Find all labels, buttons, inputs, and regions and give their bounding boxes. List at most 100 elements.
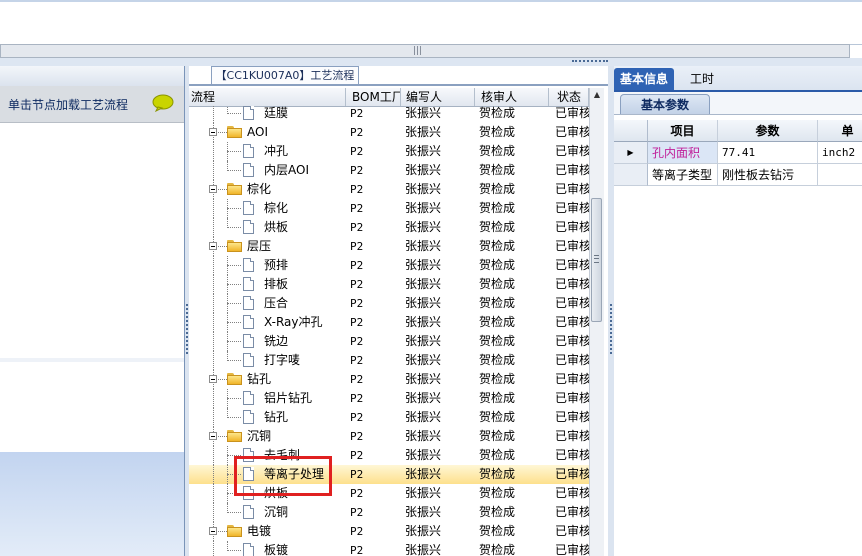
tree-step-row[interactable]: 排板 P2 张振兴 贺检成 已审核 [189,275,589,294]
writer-cell[interactable]: 张振兴 [405,541,475,556]
column-header-flow[interactable]: 流程 [189,88,346,106]
writer-cell[interactable]: 张振兴 [405,256,475,275]
bom-factory-cell[interactable]: P2 [350,199,400,218]
bom-factory-cell[interactable]: P2 [350,408,400,427]
process-step-name[interactable]: 沉铜 [264,503,288,522]
auditor-cell[interactable]: 贺检成 [479,106,549,123]
writer-cell[interactable]: 张振兴 [405,218,475,237]
auditor-cell[interactable]: 贺检成 [479,123,549,142]
status-cell[interactable]: 已审核 [555,123,589,142]
auditor-cell[interactable]: 贺检成 [479,142,549,161]
auditor-cell[interactable]: 贺检成 [479,218,549,237]
tree-step-row[interactable]: 烘板 P2 张振兴 贺检成 已审核 [189,218,589,237]
auditor-cell[interactable]: 贺检成 [479,332,549,351]
auditor-cell[interactable]: 贺检成 [479,313,549,332]
process-step-name[interactable]: 内层AOI [264,161,309,180]
writer-cell[interactable]: 张振兴 [405,484,475,503]
scroll-grip-icon[interactable]: ||| [413,47,422,56]
collapse-toggle-icon[interactable] [209,128,217,136]
writer-cell[interactable]: 张振兴 [405,503,475,522]
auditor-cell[interactable]: 贺检成 [479,522,549,541]
process-step-name[interactable]: 预排 [264,256,288,275]
tree-folder-row[interactable]: 钻孔 P2 张振兴 贺检成 已审核 [189,370,589,389]
writer-cell[interactable]: 张振兴 [405,199,475,218]
auditor-cell[interactable]: 贺检成 [479,389,549,408]
writer-cell[interactable]: 张振兴 [405,427,475,446]
process-group-name[interactable]: 沉铜 [247,427,271,446]
tree-step-row[interactable]: 压合 P2 张振兴 贺检成 已审核 [189,294,589,313]
status-cell[interactable]: 已审核 [555,142,589,161]
bom-factory-cell[interactable]: P2 [350,180,400,199]
table-row[interactable]: ▶ 孔内面积 77.41 inch2 [614,142,862,164]
process-group-name[interactable]: 层压 [247,237,271,256]
auditor-cell[interactable]: 贺检成 [479,465,549,484]
bom-factory-cell[interactable]: P2 [350,256,400,275]
status-cell[interactable]: 已审核 [555,465,589,484]
writer-cell[interactable]: 张振兴 [405,522,475,541]
writer-cell[interactable]: 张振兴 [405,351,475,370]
bom-factory-cell[interactable]: P2 [350,370,400,389]
writer-cell[interactable]: 张振兴 [405,142,475,161]
bom-factory-cell[interactable]: P2 [350,123,400,142]
process-step-name[interactable]: 板镀 [264,541,288,556]
status-cell[interactable]: 已审核 [555,106,589,123]
status-cell[interactable]: 已审核 [555,484,589,503]
status-cell[interactable]: 已审核 [555,408,589,427]
bom-factory-cell[interactable]: P2 [350,237,400,256]
tree-step-row[interactable]: 铣边 P2 张振兴 贺检成 已审核 [189,332,589,351]
writer-cell[interactable]: 张振兴 [405,123,475,142]
process-step-name[interactable]: 排板 [264,275,288,294]
status-cell[interactable]: 已审核 [555,161,589,180]
process-group-name[interactable]: 棕化 [247,180,271,199]
auditor-cell[interactable]: 贺检成 [479,180,549,199]
status-cell[interactable]: 已审核 [555,427,589,446]
writer-cell[interactable]: 张振兴 [405,446,475,465]
bom-factory-cell[interactable]: P2 [350,446,400,465]
auditor-cell[interactable]: 贺检成 [479,294,549,313]
status-cell[interactable]: 已审核 [555,351,589,370]
tree-step-row[interactable]: 冲孔 P2 张振兴 贺检成 已审核 [189,142,589,161]
process-step-name[interactable]: 冲孔 [264,142,288,161]
process-step-name[interactable]: 压合 [264,294,288,313]
scroll-thumb[interactable] [591,198,602,322]
param-item-cell[interactable]: 孔内面积 [648,142,718,164]
auditor-cell[interactable]: 贺检成 [479,370,549,389]
collapse-toggle-icon[interactable] [209,375,217,383]
writer-cell[interactable]: 张振兴 [405,313,475,332]
process-step-name[interactable]: 打字唛 [264,351,300,370]
column-header-bom[interactable]: BOM工厂 [346,88,401,106]
tree-step-row[interactable]: 打字唛 P2 张振兴 贺检成 已审核 [189,351,589,370]
process-group-name[interactable]: 钻孔 [247,370,271,389]
tree-step-row[interactable]: 廷膜 P2 张振兴 贺检成 已审核 [189,106,589,123]
auditor-cell[interactable]: 贺检成 [479,408,549,427]
writer-cell[interactable]: 张振兴 [405,106,475,123]
bom-factory-cell[interactable]: P2 [350,503,400,522]
tree-step-row[interactable]: 钻孔 P2 张振兴 贺检成 已审核 [189,408,589,427]
bom-factory-cell[interactable]: P2 [350,313,400,332]
auditor-cell[interactable]: 贺检成 [479,446,549,465]
param-unit-cell[interactable] [818,164,862,186]
writer-cell[interactable]: 张振兴 [405,408,475,427]
auditor-cell[interactable]: 贺检成 [479,256,549,275]
status-cell[interactable]: 已审核 [555,522,589,541]
bom-factory-cell[interactable]: P2 [350,294,400,313]
collapse-toggle-icon[interactable] [209,432,217,440]
bom-factory-cell[interactable]: P2 [350,465,400,484]
auditor-cell[interactable]: 贺检成 [479,199,549,218]
process-flow-tab[interactable]: 【CC1KU007A0】工艺流程 [211,66,359,84]
process-step-name[interactable]: 棕化 [264,199,288,218]
column-header-item[interactable]: 项目 [648,120,718,142]
bom-factory-cell[interactable]: P2 [350,541,400,556]
status-cell[interactable]: 已审核 [555,237,589,256]
horizontal-splitter[interactable] [0,58,862,66]
bom-factory-cell[interactable]: P2 [350,161,400,180]
auditor-cell[interactable]: 贺检成 [479,541,549,556]
status-cell[interactable]: 已审核 [555,199,589,218]
tree-folder-row[interactable]: 棕化 P2 张振兴 贺检成 已审核 [189,180,589,199]
chat-bubble-icon[interactable] [152,94,174,112]
bom-factory-cell[interactable]: P2 [350,484,400,503]
process-group-name[interactable]: AOI [247,123,268,142]
process-step-name[interactable]: 铝片钻孔 [264,389,312,408]
collapse-toggle-icon[interactable] [209,527,217,535]
tab-basic-info[interactable]: 基本信息 [614,68,675,90]
